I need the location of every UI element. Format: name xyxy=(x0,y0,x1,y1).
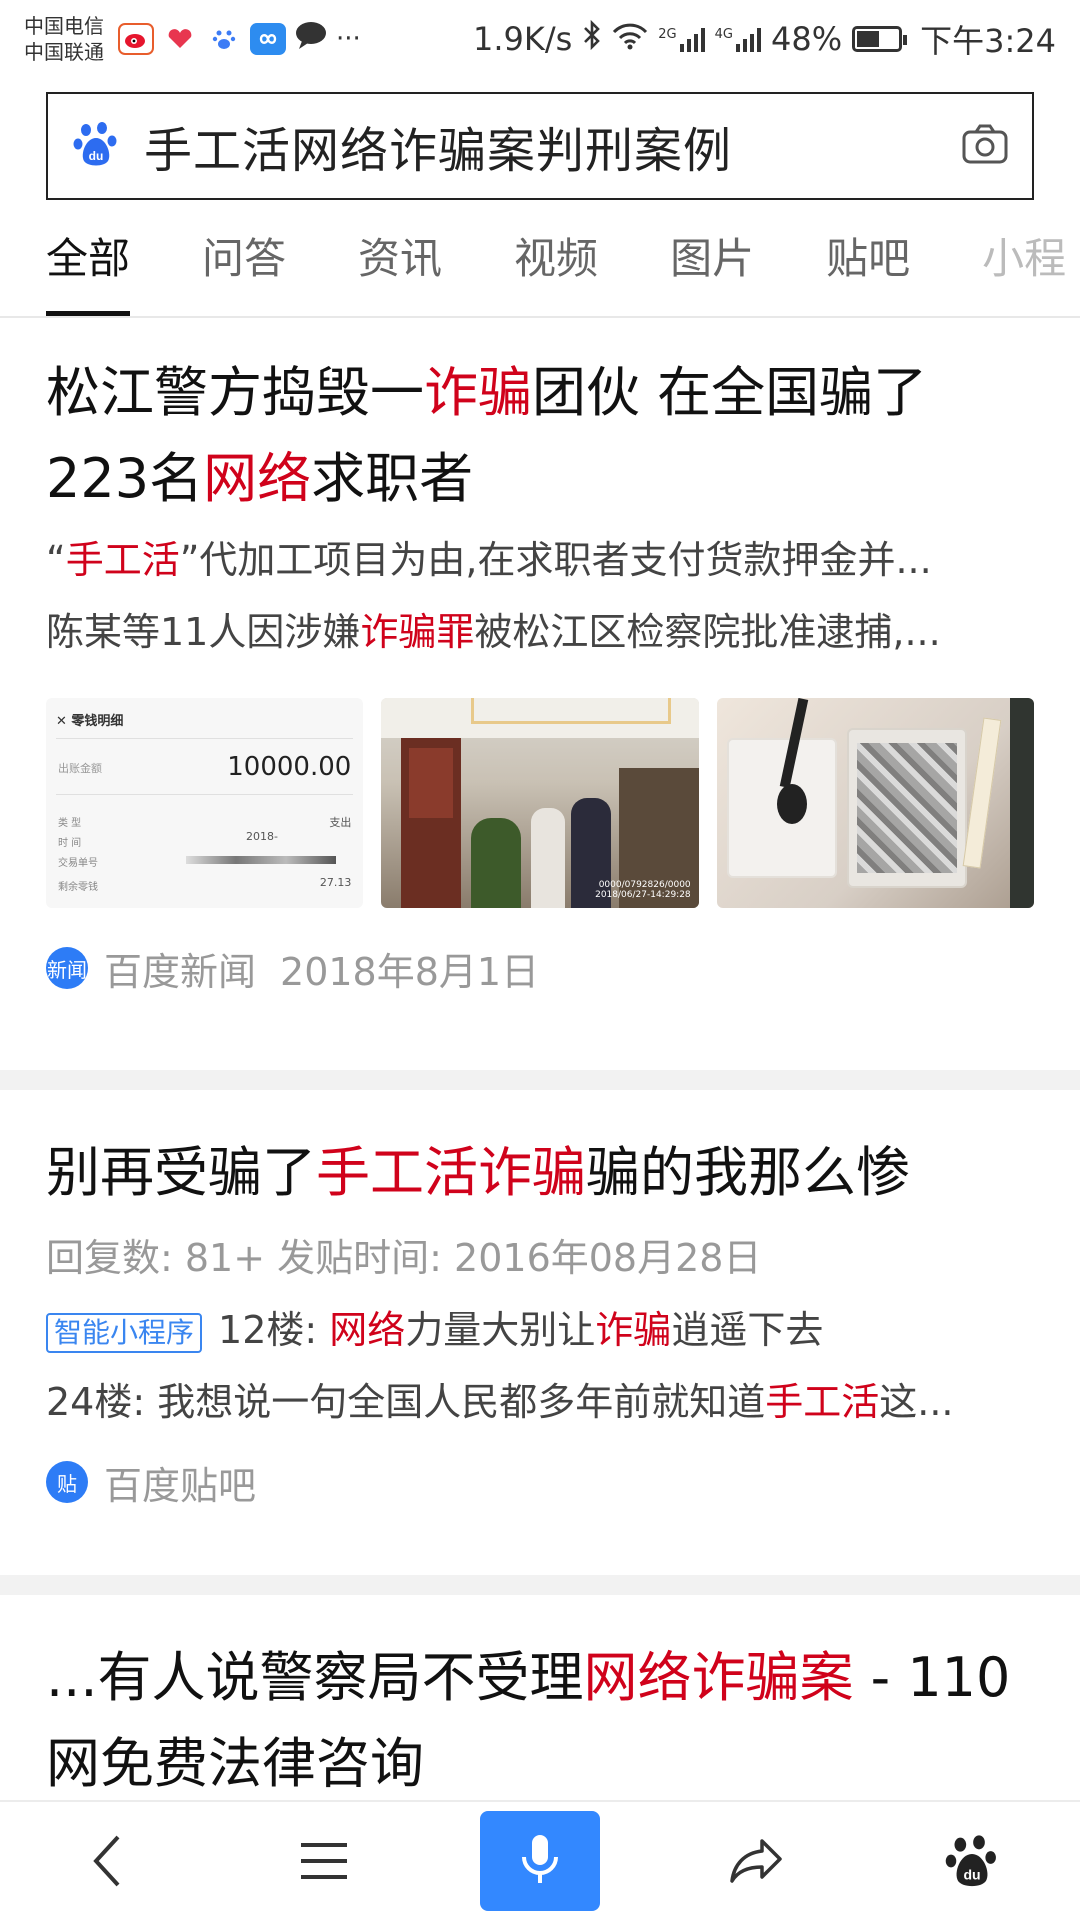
wifi-icon xyxy=(612,20,648,58)
evidence-photo-thumbnail[interactable] xyxy=(716,698,1034,908)
chat-icon xyxy=(294,20,328,58)
carrier-1: 中国电信 xyxy=(24,14,104,38)
bottom-nav: du xyxy=(0,1800,1080,1920)
status-bar: 中国电信 中国联通 ··· 1.9K/s 2G 4G 48% 下午3:24 xyxy=(0,0,1080,78)
heart-app-icon xyxy=(162,23,198,55)
tab-news[interactable]: 资讯 xyxy=(358,210,442,316)
result-snippet-2: 陈某等11人因涉嫌诈骗罪被松江区检察院批准逮捕,... xyxy=(46,610,941,654)
result-source: 贴 百度贴吧 xyxy=(46,1442,1034,1522)
battery-percent: 48% xyxy=(771,20,843,58)
net-speed: 1.9K/s xyxy=(472,20,573,58)
office-photo-thumbnail[interactable]: 0000/0792826/0000 2018/06/27-14:29:28 xyxy=(381,698,699,908)
share-icon[interactable] xyxy=(696,1811,816,1911)
microphone-icon xyxy=(520,1831,560,1891)
result-snippet-2: 24楼: 我想说一句全国人民都多年前就知道手工活这... xyxy=(46,1380,954,1424)
source-date: 2018年8月1日 xyxy=(280,949,540,994)
search-box[interactable]: du 手工活网络诈骗案判刑案例 xyxy=(46,92,1034,200)
baidu-paw-icon: du xyxy=(72,120,120,172)
tab-video[interactable]: 视频 xyxy=(514,210,598,316)
result-source: 新闻 百度新闻 2018年8月1日 xyxy=(46,928,1034,1008)
source-name: 百度新闻 xyxy=(104,949,257,994)
notification-icons: ··· xyxy=(118,20,361,58)
result-title[interactable]: 别再受骗了手工活诈骗骗的我那么惨 xyxy=(46,1130,1034,1216)
carrier-info: 中国电信 中国联通 xyxy=(24,13,104,65)
back-arrow-icon[interactable] xyxy=(48,1811,168,1911)
svg-text:du: du xyxy=(89,149,104,163)
search-input[interactable]: 手工活网络诈骗案判刑案例 xyxy=(144,111,962,181)
tab-images[interactable]: 图片 xyxy=(670,210,754,316)
result-snippet-1: 智能小程序 12楼: 网络力量大别让诈骗逍遥下去 xyxy=(46,1294,1034,1366)
separator xyxy=(0,1070,1080,1090)
news-source-icon: 新闻 xyxy=(46,947,88,989)
tab-all[interactable]: 全部 xyxy=(46,210,131,316)
result-card-3[interactable]: ...有人说警察局不受理网络诈骗案 - 110 网免费法律咨询 xyxy=(0,1635,1080,1807)
voice-search-button[interactable] xyxy=(480,1811,600,1911)
clock: 下午3:24 xyxy=(920,22,1056,60)
signal-icon-2: 4G xyxy=(715,26,761,52)
camera-icon[interactable] xyxy=(962,124,1008,168)
mini-program-badge: 智能小程序 xyxy=(46,1312,203,1353)
result-images: ✕ 零钱明细 出账金额 10000.00 类 型 支出 时 间 2018- 交易… xyxy=(46,698,1034,908)
menu-icon[interactable] xyxy=(264,1811,384,1911)
weibo-icon xyxy=(118,23,154,55)
result-meta: 回复数: 81+ 发贴时间: 2016年08月28日 xyxy=(46,1236,762,1280)
result-title[interactable]: 松江警方捣毁一诈骗团伙 在全国骗了 223名网络求职者 xyxy=(46,350,1034,522)
signal-icon-1: 2G xyxy=(658,26,705,52)
separator xyxy=(0,1575,1080,1595)
source-name: 百度贴吧 xyxy=(104,1463,257,1508)
receipt-thumbnail[interactable]: ✕ 零钱明细 出账金额 10000.00 类 型 支出 时 间 2018- 交易… xyxy=(46,698,364,908)
tab-tieba[interactable]: 贴吧 xyxy=(826,210,910,316)
baidu-home-icon[interactable]: du xyxy=(912,1811,1032,1911)
result-card-1[interactable]: 松江警方捣毁一诈骗团伙 在全国骗了 223名网络求职者 “手工活”代加工项目为由… xyxy=(0,350,1080,1008)
tab-mini-program[interactable]: 小程 xyxy=(982,210,1066,316)
search-tabs: 全部 问答 资讯 视频 图片 贴吧 小程 xyxy=(0,210,1080,318)
infinity-app-icon xyxy=(250,23,286,55)
svg-text:du: du xyxy=(963,1867,980,1883)
status-right: 1.9K/s 2G 4G 48% 下午3:24 xyxy=(473,16,1056,62)
receipt-amount: 10000.00 xyxy=(227,752,352,782)
battery-icon xyxy=(852,26,908,52)
result-snippet-1: “手工活”代加工项目为由,在求职者支付货款押金并... xyxy=(46,538,932,582)
baidu-app-icon xyxy=(206,23,242,55)
carrier-2: 中国联通 xyxy=(24,40,104,64)
result-title[interactable]: ...有人说警察局不受理网络诈骗案 - 110 网免费法律咨询 xyxy=(46,1635,1034,1807)
tieba-source-icon: 贴 xyxy=(46,1461,88,1503)
result-card-2[interactable]: 别再受骗了手工活诈骗骗的我那么惨 回复数: 81+ 发贴时间: 2016年08月… xyxy=(0,1130,1080,1522)
tab-qa[interactable]: 问答 xyxy=(202,210,286,316)
bluetooth-icon xyxy=(582,19,602,59)
more-notifications: ··· xyxy=(336,24,361,54)
